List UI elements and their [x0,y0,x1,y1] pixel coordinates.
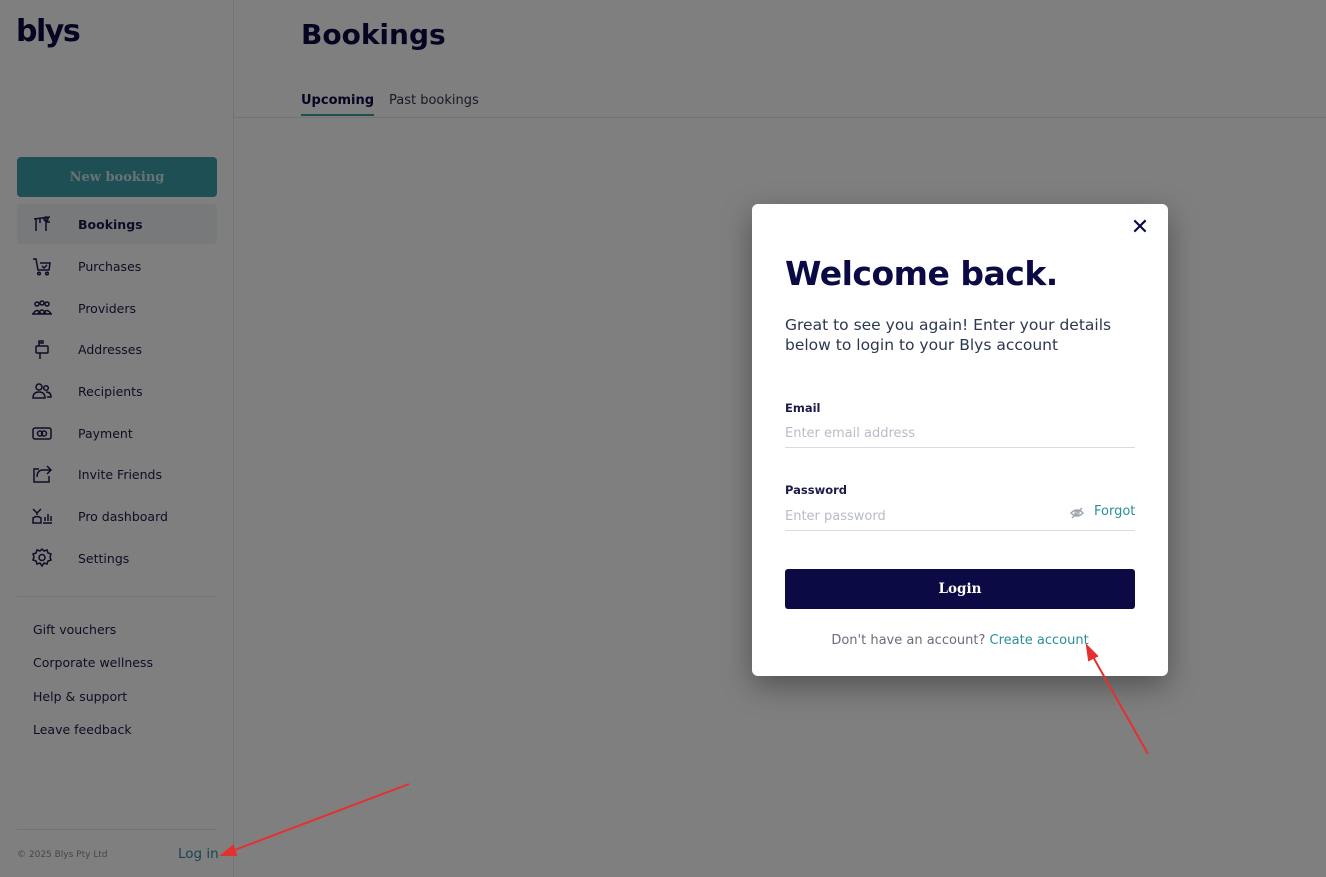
modal-subtitle: Great to see you again! Enter your detai… [785,316,1112,354]
eye-icon[interactable] [1070,504,1084,519]
password-label: Password [785,483,847,497]
create-account-link[interactable]: Create account [990,633,1089,648]
login-button[interactable]: Login [785,569,1135,609]
forgot-password-link[interactable]: Forgot [1094,504,1135,519]
no-account-text: Don't have an account? [831,633,986,648]
email-label: Email [785,401,821,415]
create-account-row: Don't have an account? Create account [752,633,1168,648]
close-icon[interactable]: ✕ [1130,217,1150,239]
email-field[interactable] [785,420,1135,448]
login-modal: ✕ Welcome back. Great to see you again! … [752,204,1168,676]
modal-title: Welcome back. [785,254,1058,293]
